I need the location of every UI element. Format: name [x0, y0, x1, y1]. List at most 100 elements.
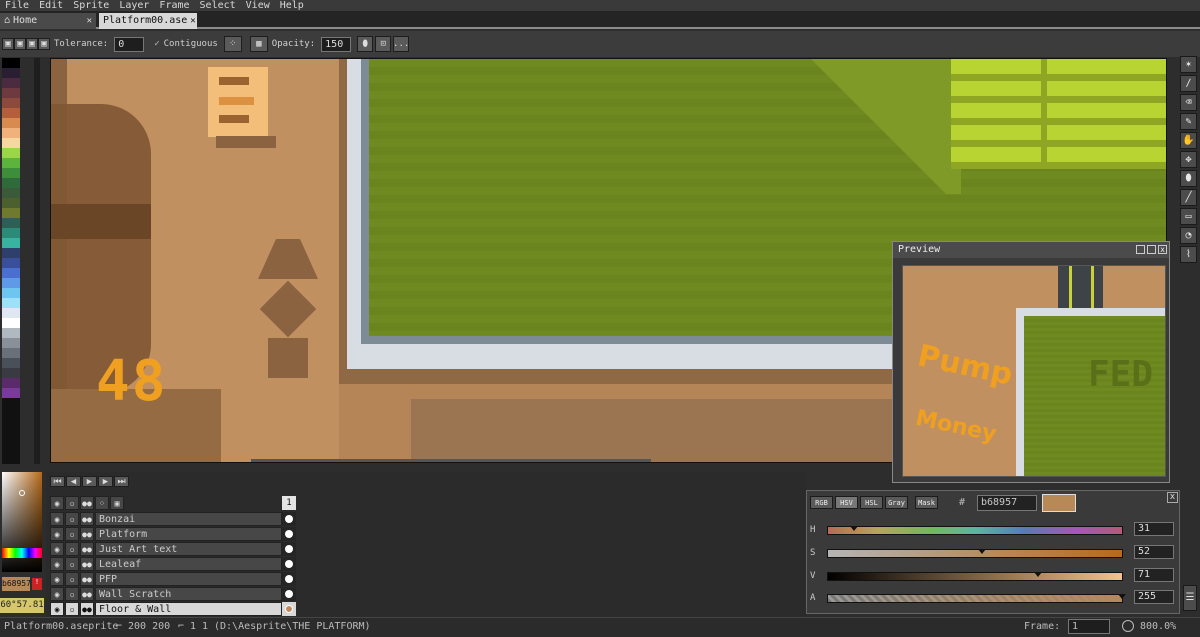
menu-edit[interactable]: Edit: [34, 0, 68, 11]
eye-icon[interactable]: ◉: [50, 602, 64, 616]
palette-swatch[interactable]: [2, 128, 20, 138]
lock-icon[interactable]: ▫: [65, 572, 79, 586]
palette-scrollbar[interactable]: [34, 58, 40, 464]
lock-alpha-icon[interactable]: ⬮: [357, 36, 374, 52]
value-slider[interactable]: [827, 572, 1123, 581]
layer-row[interactable]: ◉ ▫ ●● Lealeaf: [50, 557, 296, 571]
contiguous-checkbox[interactable]: ✓: [154, 39, 159, 49]
blur-icon[interactable]: ⌇: [1180, 246, 1197, 263]
menu-layer[interactable]: Layer: [114, 0, 154, 11]
saturation-marker[interactable]: [978, 549, 986, 554]
layer-name[interactable]: Bonzai: [95, 512, 282, 526]
layer-name[interactable]: Platform: [95, 527, 282, 541]
close-icon[interactable]: x: [1158, 245, 1167, 254]
cel[interactable]: [282, 557, 296, 571]
selection-add-icon[interactable]: ▣: [14, 38, 26, 50]
alpha-marker[interactable]: [1118, 594, 1126, 599]
layer-row[interactable]: ◉ ▫ ●● Platform: [50, 527, 296, 541]
layer-row[interactable]: ◉ ▫ ●● PFP: [50, 572, 296, 586]
eye-icon[interactable]: ◉: [50, 496, 64, 510]
frame-header-1[interactable]: 1: [282, 496, 296, 510]
lock-icon[interactable]: ▫: [65, 512, 79, 526]
status-zoom[interactable]: 800.0%: [1140, 621, 1176, 632]
move-icon[interactable]: ✥: [1180, 151, 1197, 168]
menu-file[interactable]: File: [0, 0, 34, 11]
link-cels-icon[interactable]: ▣: [110, 496, 124, 510]
tab-gray[interactable]: Gray: [885, 496, 908, 509]
saturation-slider[interactable]: [827, 549, 1123, 558]
onion-skin-icon[interactable]: ⁘: [95, 496, 109, 510]
palette-swatch[interactable]: [2, 158, 20, 168]
layer-name[interactable]: Wall Scratch: [95, 587, 282, 601]
pixel-connectivity-icon[interactable]: ⁘: [223, 36, 242, 52]
saturation-value[interactable]: 52: [1134, 545, 1174, 559]
panel-menu-icon[interactable]: ☰: [1183, 585, 1197, 611]
palette-swatch[interactable]: [2, 328, 20, 338]
palette-swatch[interactable]: [2, 188, 20, 198]
close-icon[interactable]: ✕: [190, 13, 195, 29]
layer-row[interactable]: ◉ ▫ ●● Bonzai: [50, 512, 296, 526]
hand-icon[interactable]: ✋: [1180, 132, 1197, 149]
layer-name[interactable]: Just Art text: [95, 542, 282, 556]
eye-icon[interactable]: ◉: [50, 572, 64, 586]
maximize-icon[interactable]: [1136, 245, 1145, 254]
ink-icon[interactable]: ⊡: [375, 36, 392, 52]
continuous-icon[interactable]: ●●: [80, 496, 94, 510]
tab-rgb[interactable]: RGB: [810, 496, 833, 509]
menu-sprite[interactable]: Sprite: [68, 0, 114, 11]
palette-swatch[interactable]: [2, 88, 20, 98]
cel[interactable]: [282, 527, 296, 541]
rectangle-icon[interactable]: ▭: [1180, 208, 1197, 225]
marquee-icon[interactable]: ✶: [1180, 56, 1197, 73]
last-frame-icon[interactable]: ⏭: [114, 476, 129, 487]
continuous-icon[interactable]: ●●: [80, 512, 94, 526]
palette-swatch[interactable]: [2, 388, 20, 398]
first-frame-icon[interactable]: ⏮: [50, 476, 65, 487]
palette-swatch[interactable]: [2, 108, 20, 118]
eye-icon[interactable]: ◉: [50, 542, 64, 556]
palette-swatch[interactable]: [2, 348, 20, 358]
layer-name[interactable]: PFP: [95, 572, 282, 586]
palette-swatch[interactable]: [2, 78, 20, 88]
palette-swatch[interactable]: [2, 168, 20, 178]
tab-hsl[interactable]: HSL: [860, 496, 883, 509]
menu-view[interactable]: View: [241, 0, 275, 11]
opacity-input[interactable]: 150: [321, 36, 352, 52]
cel[interactable]: [282, 572, 296, 586]
continuous-icon[interactable]: ●●: [80, 527, 94, 541]
lock-icon[interactable]: ▫: [65, 587, 79, 601]
previous-frame-icon[interactable]: ◀: [66, 476, 81, 487]
selection-intersect-icon[interactable]: ▣: [38, 38, 50, 50]
lock-icon[interactable]: ▫: [65, 527, 79, 541]
palette-swatch[interactable]: [2, 298, 20, 308]
eye-icon[interactable]: ◉: [50, 512, 64, 526]
eye-icon[interactable]: ◉: [50, 587, 64, 601]
cel[interactable]: [282, 512, 296, 526]
hex-input[interactable]: b68957: [977, 495, 1037, 511]
palette-swatch[interactable]: [2, 208, 20, 218]
continuous-icon[interactable]: ●●: [80, 602, 94, 616]
selection-replace-icon[interactable]: ▣: [2, 38, 14, 50]
hue-slider[interactable]: [827, 526, 1123, 535]
layer-row[interactable]: ◉ ▫ ●● Wall Scratch: [50, 587, 296, 601]
palette-swatch[interactable]: [2, 198, 20, 208]
palette-swatch[interactable]: [2, 118, 20, 128]
palette-swatch[interactable]: [2, 228, 20, 238]
lock-icon[interactable]: ▫: [65, 496, 79, 510]
fg-color-hex[interactable]: b68957: [2, 577, 31, 591]
restore-icon[interactable]: [1147, 245, 1156, 254]
more-options-button[interactable]: ...: [393, 36, 409, 52]
value-value[interactable]: 71: [1134, 568, 1174, 582]
palette-swatch[interactable]: [2, 98, 20, 108]
continuous-icon[interactable]: ●●: [80, 572, 94, 586]
continuous-icon[interactable]: ●●: [80, 587, 94, 601]
sample-mode-icon[interactable]: ▦: [249, 36, 268, 52]
preview-title-bar[interactable]: Preview x: [893, 242, 1169, 258]
tolerance-input[interactable]: 0: [114, 36, 145, 52]
alpha-value[interactable]: 255: [1134, 590, 1174, 604]
menu-select[interactable]: Select: [195, 0, 241, 11]
palette-swatch[interactable]: [2, 68, 20, 78]
line-icon[interactable]: ╱: [1180, 189, 1197, 206]
layer-row[interactable]: ◉ ▫ ●● Just Art text: [50, 542, 296, 556]
palette-swatch[interactable]: [2, 138, 20, 148]
